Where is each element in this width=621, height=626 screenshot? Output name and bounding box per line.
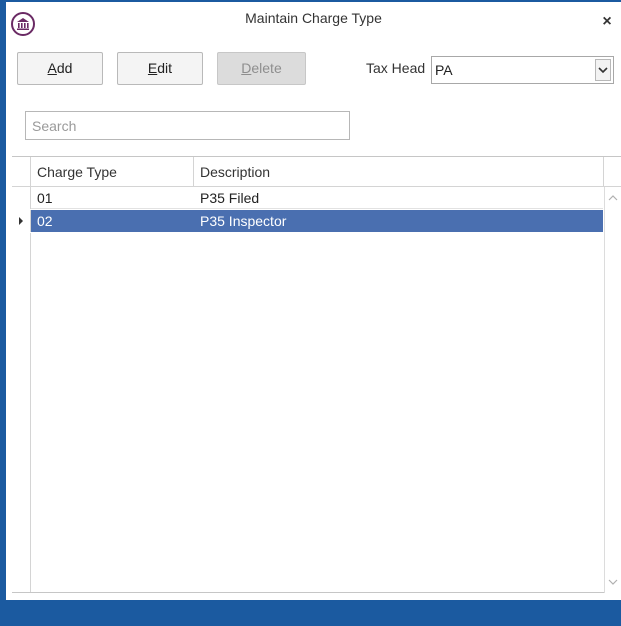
row-header-column: [12, 233, 31, 592]
charge-type-cell: 01: [37, 190, 53, 206]
tax-head-label: Tax Head: [366, 60, 426, 76]
description-cell: P35 Filed: [200, 190, 260, 206]
grid-header: Charge Type Description: [12, 157, 621, 187]
window-title: Maintain Charge Type: [245, 10, 382, 26]
chevron-down-icon[interactable]: [595, 59, 611, 81]
window-border-left: [0, 0, 6, 626]
edit-button[interactable]: Edit: [117, 52, 203, 85]
delete-button-label: elete: [251, 60, 282, 76]
table-row-selected[interactable]: 02 P35 Inspector: [12, 210, 603, 232]
add-button-mnemonic: A: [47, 60, 57, 76]
table-row[interactable]: 01 P35 Filed: [12, 187, 603, 209]
column-header-description[interactable]: Description: [194, 157, 604, 187]
tax-head-select[interactable]: PA: [431, 56, 614, 84]
vertical-scrollbar[interactable]: [604, 187, 621, 593]
column-header-charge-type[interactable]: Charge Type: [31, 157, 194, 187]
edit-button-mnemonic: E: [147, 60, 158, 76]
delete-button-mnemonic: D: [241, 60, 252, 76]
search-input[interactable]: [25, 111, 350, 140]
add-button[interactable]: Add: [17, 52, 103, 85]
row-header: [12, 187, 31, 209]
row-header-corner: [12, 157, 31, 187]
scroll-up-icon[interactable]: [608, 193, 618, 203]
charge-type-cell: 02: [37, 213, 53, 229]
row-pointer-icon: [19, 217, 23, 225]
status-bar: [6, 600, 621, 626]
tax-head-value: PA: [435, 62, 453, 78]
close-icon[interactable]: ×: [599, 14, 615, 30]
title-bar: Maintain Charge Type ×: [6, 2, 621, 42]
row-header: [12, 210, 31, 232]
description-cell: P35 Inspector: [200, 213, 287, 229]
edit-button-label: dit: [157, 60, 173, 76]
charge-type-grid: Charge Type Description 01 P35 Filed 02 …: [12, 156, 621, 593]
add-button-label: dd: [56, 60, 73, 76]
scroll-down-icon[interactable]: [608, 577, 618, 587]
delete-button[interactable]: Delete: [217, 52, 306, 85]
